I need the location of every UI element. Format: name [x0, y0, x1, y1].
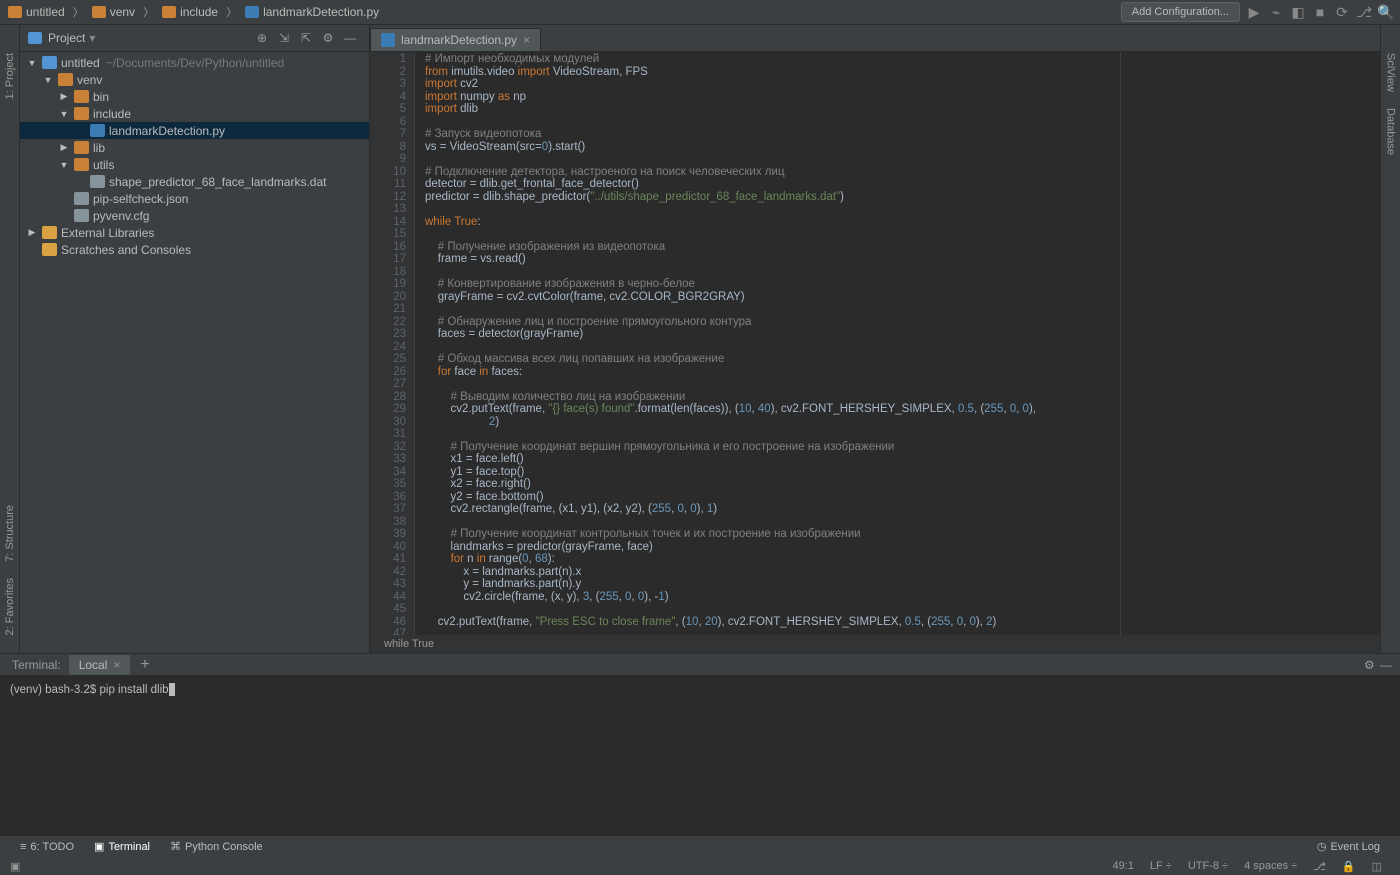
editor-breadcrumb[interactable]: while True: [370, 635, 1380, 653]
bottom-tool-bar: ≡6: TODO ▣Terminal ⌘Python Console ◷Even…: [0, 835, 1400, 857]
tree-item[interactable]: ▼untitled~/Documents/Dev/Python/untitled: [20, 54, 369, 71]
breadcrumb-item[interactable]: untitled: [6, 5, 67, 19]
breadcrumb-item[interactable]: landmarkDetection.py: [243, 5, 381, 19]
status-encoding[interactable]: UTF-8 ÷: [1180, 860, 1236, 872]
python-file-icon: [381, 33, 395, 47]
project-tree[interactable]: ▼untitled~/Documents/Dev/Python/untitled…: [20, 52, 369, 653]
close-icon[interactable]: ×: [523, 33, 530, 47]
breadcrumb[interactable]: untitled〉venv〉include〉landmarkDetection.…: [6, 4, 381, 20]
line-gutter[interactable]: 1234567891011121314151617181920212223242…: [370, 52, 415, 635]
tree-item[interactable]: shape_predictor_68_face_landmarks.dat: [20, 173, 369, 190]
tree-item[interactable]: ▼utils: [20, 156, 369, 173]
terminal-panel: Terminal: Local × + ⚙ — (venv) bash-3.2$…: [0, 653, 1400, 835]
right-tool-rail: SciView Database: [1380, 25, 1400, 653]
status-indent[interactable]: 4 spaces ÷: [1236, 860, 1305, 872]
vcs-icon[interactable]: ⎇: [1356, 4, 1372, 20]
stop-icon[interactable]: ■: [1312, 4, 1328, 20]
search-icon[interactable]: 🔍: [1378, 4, 1394, 20]
tree-item[interactable]: ▼include: [20, 105, 369, 122]
project-icon: [28, 32, 42, 44]
update-icon[interactable]: ⟳: [1334, 4, 1350, 20]
project-label: Project: [48, 31, 85, 45]
rail-project[interactable]: 1: Project: [4, 45, 16, 107]
status-bar: ▣ 49:1 LF ÷ UTF-8 ÷ 4 spaces ÷ ⎇ 🔒 ◫: [0, 857, 1400, 875]
editor-pane: landmarkDetection.py × 12345678910111213…: [370, 25, 1380, 653]
breadcrumb-item[interactable]: venv: [90, 5, 137, 19]
terminal-button[interactable]: ▣Terminal: [84, 840, 160, 853]
tree-item[interactable]: pip-selfcheck.json: [20, 190, 369, 207]
git-branch-icon[interactable]: ⎇: [1305, 860, 1334, 873]
status-line-ending[interactable]: LF ÷: [1142, 860, 1180, 872]
hide-icon[interactable]: —: [1380, 658, 1396, 672]
todo-button[interactable]: ≡6: TODO: [10, 841, 84, 853]
tab-label: landmarkDetection.py: [401, 33, 517, 47]
rail-sciview[interactable]: SciView: [1385, 45, 1397, 100]
add-terminal-button[interactable]: +: [130, 656, 159, 674]
right-margin-line: [1120, 52, 1121, 635]
status-caret-pos[interactable]: 49:1: [1104, 860, 1141, 872]
tab-file[interactable]: landmarkDetection.py ×: [370, 28, 541, 51]
rail-database[interactable]: Database: [1385, 100, 1397, 163]
breadcrumb-item[interactable]: include: [160, 5, 220, 19]
terminal-line: (venv) bash-3.2$ pip install dlib: [10, 684, 169, 696]
navigation-bar: untitled〉venv〉include〉landmarkDetection.…: [0, 0, 1400, 25]
tree-item[interactable]: Scratches and Consoles: [20, 241, 369, 258]
terminal-label: Terminal:: [4, 658, 69, 672]
expand-icon[interactable]: ⇲: [276, 30, 292, 46]
locate-icon[interactable]: ⊕: [254, 30, 270, 46]
memory-icon[interactable]: ◫: [1364, 860, 1390, 873]
tool-window-icon[interactable]: ▣: [10, 860, 20, 873]
lock-icon[interactable]: 🔒: [1334, 860, 1364, 873]
tree-item[interactable]: pyvenv.cfg: [20, 207, 369, 224]
terminal-cursor: [169, 683, 175, 696]
tree-item[interactable]: ▶lib: [20, 139, 369, 156]
terminal-tab-local[interactable]: Local ×: [69, 655, 131, 675]
tree-item[interactable]: ▼venv: [20, 71, 369, 88]
left-tool-rail: 1: Project 7: Structure 2: Favorites: [0, 25, 20, 653]
rail-structure[interactable]: 7: Structure: [4, 497, 16, 570]
code-editor[interactable]: # Импорт необходимых модулейfrom imutils…: [415, 52, 1380, 635]
gear-icon[interactable]: ⚙: [1364, 658, 1380, 672]
event-log-button[interactable]: ◷Event Log: [1307, 840, 1390, 853]
collapse-icon[interactable]: ⇱: [298, 30, 314, 46]
coverage-icon[interactable]: ◧: [1290, 4, 1306, 20]
terminal-body[interactable]: (venv) bash-3.2$ pip install dlib: [0, 676, 1400, 835]
project-tool-header: Project ▾ ⊕ ⇲ ⇱ ⚙ —: [20, 25, 369, 52]
tree-item[interactable]: ▶bin: [20, 88, 369, 105]
chevron-down-icon[interactable]: ▾: [89, 31, 95, 45]
rail-favorites[interactable]: 2: Favorites: [4, 570, 16, 643]
close-icon[interactable]: ×: [113, 658, 120, 672]
gear-icon[interactable]: ⚙: [320, 30, 336, 46]
python-console-button[interactable]: ⌘Python Console: [160, 840, 273, 853]
add-configuration-button[interactable]: Add Configuration...: [1121, 2, 1240, 22]
debug-icon[interactable]: ⌁: [1268, 4, 1284, 20]
run-icon[interactable]: ▶: [1246, 4, 1262, 20]
tree-item[interactable]: ▶External Libraries: [20, 224, 369, 241]
project-sidebar: Project ▾ ⊕ ⇲ ⇱ ⚙ — ▼untitled~/Documents…: [20, 25, 370, 653]
editor-tabs: landmarkDetection.py ×: [370, 25, 1380, 52]
tree-item[interactable]: landmarkDetection.py: [20, 122, 369, 139]
hide-icon[interactable]: —: [342, 30, 358, 46]
